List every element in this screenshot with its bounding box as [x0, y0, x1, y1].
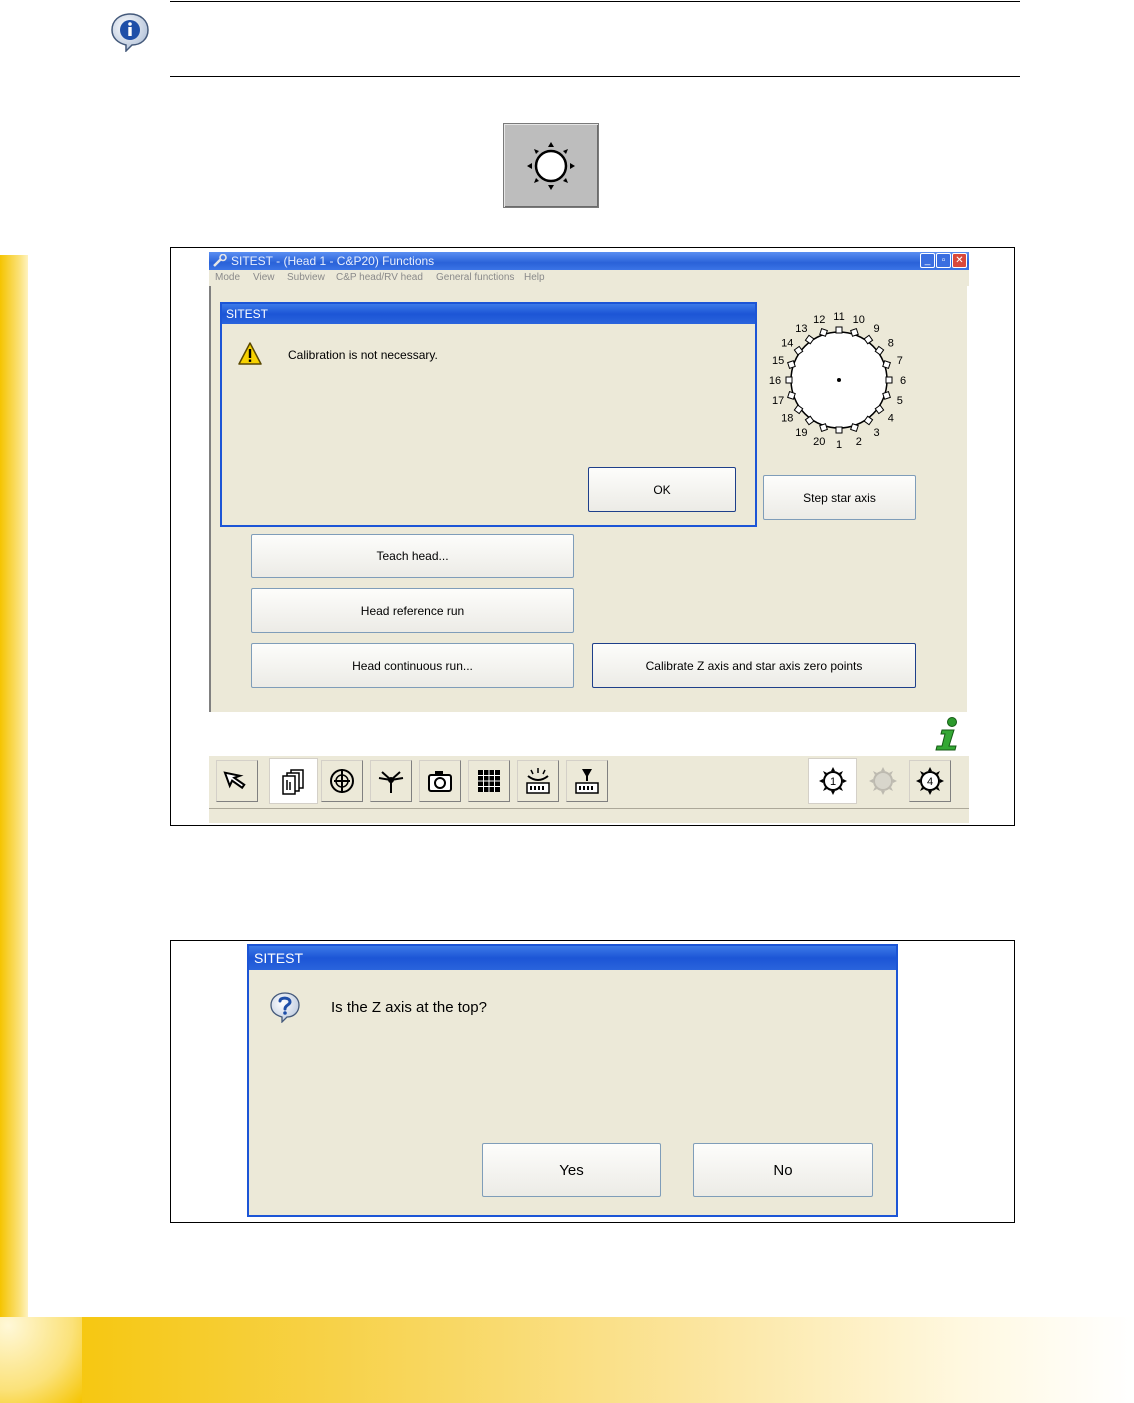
star-position-label: 7	[897, 355, 903, 367]
conveyor-icon	[526, 768, 550, 794]
star-position-label: 10	[853, 314, 865, 326]
star-axis-center	[837, 378, 841, 382]
sun-gear-icon	[527, 141, 575, 190]
star-position-notch	[835, 326, 843, 334]
question-dialog: SITEST Is the Z axis at the top? Yes No	[247, 944, 898, 1217]
star-position-notch	[850, 423, 859, 432]
star-position-label: 13	[795, 323, 807, 335]
ok-button[interactable]: OK	[588, 467, 736, 512]
gripper-star-icon	[378, 771, 404, 793]
star-position-label: 15	[772, 355, 784, 367]
head-1-button[interactable]: 1	[808, 758, 857, 804]
conveyor-tool-button[interactable]	[517, 760, 559, 802]
page-bottom-corner	[0, 1317, 82, 1403]
star-position-notch	[819, 328, 828, 337]
menu-item-help[interactable]: Help	[524, 272, 545, 283]
star-position-notch	[850, 328, 859, 337]
no-button[interactable]: No	[693, 1143, 873, 1197]
star-position-label: 4	[888, 413, 894, 425]
gripper-tool-button[interactable]	[370, 760, 412, 802]
star-position-label: 5	[897, 395, 903, 407]
head-continuous-run-button[interactable]: Head continuous run...	[251, 643, 574, 688]
star-position-label: 1	[836, 439, 842, 451]
star-position-label: 12	[813, 314, 825, 326]
star-position-notch	[787, 360, 796, 369]
star-position-label: 18	[781, 413, 793, 425]
star-position-notch	[819, 423, 828, 432]
yes-button[interactable]: Yes	[482, 1143, 661, 1197]
calibration-message: Calibration is not necessary.	[288, 348, 438, 362]
warning-icon	[238, 342, 262, 365]
head-1-label: 1	[829, 776, 835, 788]
star-position-label: 3	[874, 427, 880, 439]
minimize-button[interactable]: _	[920, 253, 935, 268]
calibration-dialog-title: SITEST	[226, 307, 269, 321]
star-position-label: 16	[769, 375, 781, 387]
layers-tool-button[interactable]	[269, 758, 318, 804]
menu-item-cp-head[interactable]: C&P head/RV head	[336, 272, 423, 283]
star-position-notch	[882, 360, 891, 369]
grid-tool-button[interactable]	[468, 760, 510, 802]
head-4-label: 4	[927, 776, 933, 788]
window-title: SITEST - (Head 1 - C&P20) Functions	[231, 254, 435, 268]
head-gear-1-icon: 1	[818, 767, 847, 795]
help-info-icon[interactable]	[930, 716, 964, 752]
grid-matrix-icon	[478, 770, 500, 792]
restore-button[interactable]: ▫	[936, 253, 951, 268]
menu-item-general-functions[interactable]: General functions	[436, 272, 514, 283]
star-position-notch	[882, 391, 891, 400]
head-gear-disabled-icon	[869, 767, 897, 795]
menu-item-subview[interactable]: Subview	[287, 272, 325, 283]
info-note-icon	[110, 12, 150, 53]
calibrate-gear-button[interactable]	[503, 123, 599, 208]
window-titlebar: SITEST - (Head 1 - C&P20) Functions _ ▫ …	[209, 252, 969, 270]
wrench-icon	[213, 254, 227, 267]
note-bottom-rule	[170, 76, 1020, 77]
page-left-band	[0, 255, 28, 1317]
nozzle-tool-button[interactable]	[566, 760, 608, 802]
star-axis-dial: 1 2 3 4 5 6 7 8 9 10 11 12 13 14 15 16 17 18 19 20	[758, 302, 918, 462]
rotation-tool-button[interactable]	[321, 760, 363, 802]
head-4-button[interactable]: 4	[909, 760, 951, 802]
star-position-label: 19	[795, 427, 807, 439]
question-message: Is the Z axis at the top?	[331, 999, 487, 1016]
calibrate-zero-points-button[interactable]: Calibrate Z axis and star axis zero poin…	[592, 643, 916, 688]
rotate-circle-icon	[330, 769, 354, 793]
question-dialog-title: SITEST	[254, 950, 304, 966]
select-tool-button[interactable]	[216, 760, 258, 802]
step-star-axis-button[interactable]: Step star axis	[763, 475, 916, 520]
star-position-label: 11	[833, 311, 844, 323]
question-icon	[270, 992, 300, 1023]
star-position-label: 8	[888, 337, 894, 349]
head-reference-run-button[interactable]: Head reference run	[251, 588, 574, 633]
stacked-pages-icon	[281, 769, 304, 795]
teach-head-button[interactable]: Teach head...	[251, 534, 574, 578]
page-bottom-band	[0, 1317, 1134, 1403]
camera-icon	[428, 771, 452, 792]
menu-item-view[interactable]: View	[253, 272, 275, 283]
status-line	[209, 808, 969, 823]
star-position-label: 14	[781, 337, 793, 349]
menu-bar: Mode View Subview C&P head/RV head Gener…	[209, 270, 969, 286]
star-position-label: 6	[900, 375, 906, 387]
calibration-dialog: SITEST Calibration is not necessary. OK	[220, 302, 757, 527]
nozzle-icon	[575, 769, 599, 794]
star-position-label: 20	[813, 436, 825, 448]
star-position-label: 9	[874, 323, 880, 335]
arrow-cursor-icon	[223, 771, 246, 790]
star-position-label: 17	[772, 395, 784, 407]
note-top-rule	[170, 1, 1020, 2]
star-position-label: 2	[856, 436, 862, 448]
star-position-notch	[835, 426, 843, 434]
menu-item-mode[interactable]: Mode	[215, 272, 240, 283]
star-position-notch	[787, 391, 796, 400]
head-disabled-button	[862, 760, 904, 802]
star-position-notch	[785, 376, 793, 384]
head-gear-4-icon: 4	[916, 767, 944, 795]
star-position-notch	[885, 376, 893, 384]
camera-tool-button[interactable]	[419, 760, 461, 802]
close-button[interactable]: ✕	[952, 253, 967, 268]
